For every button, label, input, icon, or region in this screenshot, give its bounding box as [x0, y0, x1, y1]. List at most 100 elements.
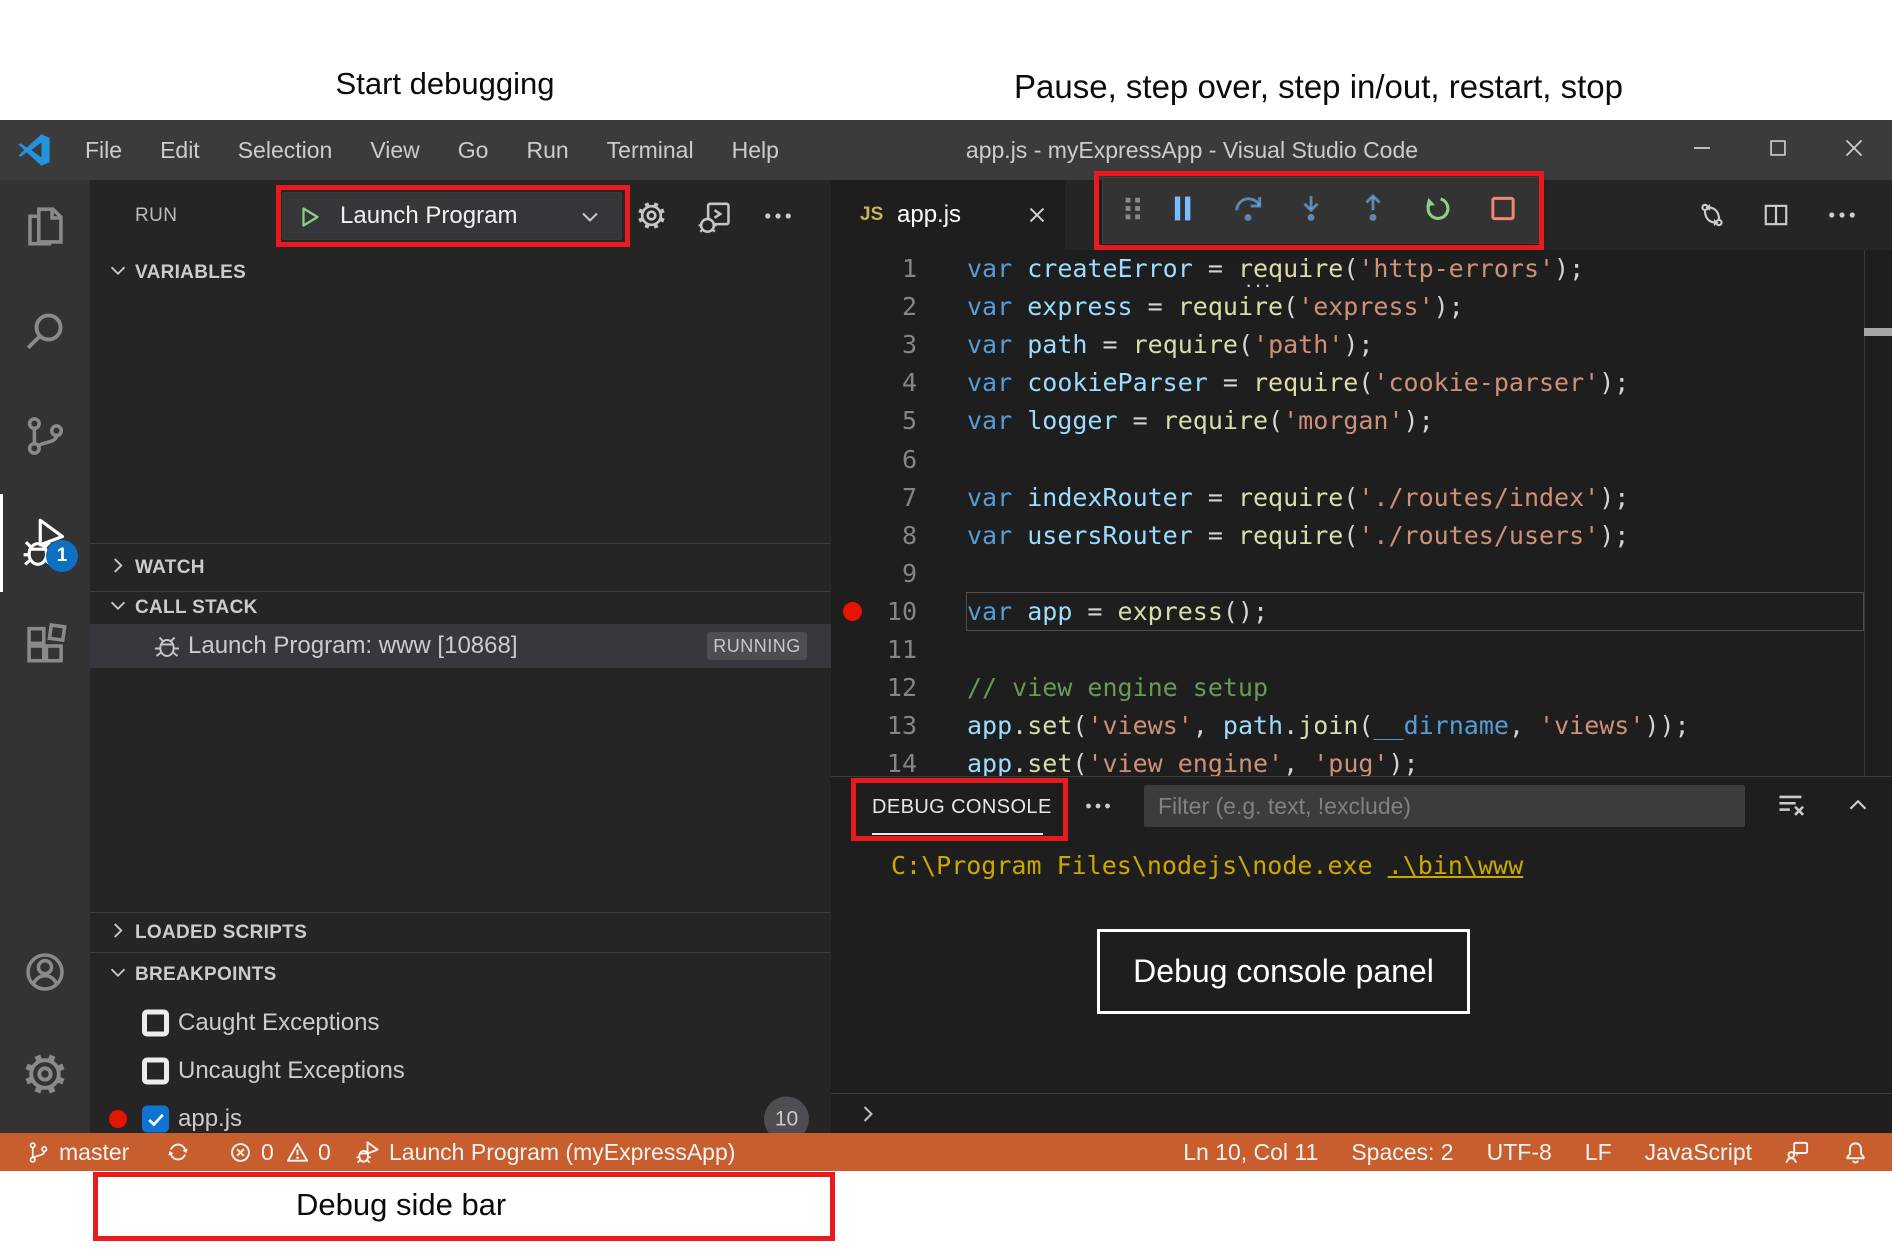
- panel-more-actions-icon[interactable]: [1085, 793, 1111, 824]
- title-bar: FileEditSelectionViewGoRunTerminalHelp a…: [0, 120, 1892, 180]
- section-variables[interactable]: VARIABLES: [90, 252, 831, 294]
- activity-account[interactable]: [0, 944, 90, 1004]
- annotation-start-debugging: Start debugging: [336, 66, 555, 102]
- status-notifications[interactable]: [1843, 1140, 1868, 1165]
- status-branch[interactable]: master: [26, 1133, 129, 1171]
- menu-help[interactable]: Help: [713, 120, 798, 180]
- breakpoint-dot[interactable]: [843, 602, 862, 621]
- status-encoding[interactable]: UTF-8: [1487, 1139, 1552, 1166]
- code-token: var: [967, 483, 1027, 512]
- code-line-3[interactable]: 3var path = require('path');: [831, 326, 1892, 364]
- debug-console-icon[interactable]: [698, 200, 731, 238]
- code-line-11[interactable]: 11: [831, 631, 1892, 669]
- code-line-5[interactable]: 5var logger = require('morgan');: [831, 402, 1892, 440]
- split-editor-icon[interactable]: [1762, 201, 1790, 234]
- section-breakpoints[interactable]: BREAKPOINTS: [90, 952, 831, 996]
- open-changes-icon[interactable]: [1698, 201, 1726, 234]
- activity-extensions[interactable]: [0, 618, 90, 678]
- code-token: =: [1193, 521, 1238, 550]
- menu-edit[interactable]: Edit: [141, 120, 219, 180]
- call-stack-session-label: Launch Program: www [10868]: [188, 624, 518, 668]
- menu-terminal[interactable]: Terminal: [588, 120, 713, 180]
- menu-run[interactable]: Run: [507, 120, 587, 180]
- editor-more-actions-icon[interactable]: [1828, 201, 1856, 234]
- activity-source-control[interactable]: [0, 408, 90, 468]
- activity-search[interactable]: [0, 303, 90, 363]
- editor-scrollbar[interactable]: [1864, 250, 1892, 776]
- annotation-rect-debug-console: [851, 778, 1068, 841]
- close-button[interactable]: [1816, 120, 1892, 180]
- status-indentation[interactable]: Spaces: 2: [1351, 1139, 1453, 1166]
- code-text: var express = require('express');: [967, 288, 1464, 326]
- code-line-14[interactable]: 14app.set('view engine', 'pug');: [831, 745, 1892, 776]
- code-line-9[interactable]: 9: [831, 555, 1892, 593]
- minimize-button[interactable]: [1664, 120, 1740, 180]
- section-watch[interactable]: WATCH: [90, 543, 831, 591]
- code-line-12[interactable]: 12// view engine setup: [831, 669, 1892, 707]
- code-token: var: [967, 597, 1027, 626]
- more-actions-icon[interactable]: [764, 202, 792, 235]
- code-token: indexRouter: [1027, 483, 1193, 512]
- console-input-separator: [831, 1093, 1892, 1094]
- activity-explorer[interactable]: [0, 198, 90, 258]
- code-line-7[interactable]: 7var indexRouter = require('./routes/ind…: [831, 479, 1892, 517]
- activity-run-and-debug[interactable]: [0, 513, 90, 573]
- collapse-panel-icon[interactable]: [1844, 791, 1872, 824]
- code-line-10[interactable]: 10var app = express();: [831, 593, 1892, 631]
- section-label: WATCH: [135, 557, 205, 579]
- activity-settings[interactable]: [0, 1046, 90, 1106]
- code-token: 'http-errors': [1358, 254, 1554, 283]
- console-prompt-icon[interactable]: [855, 1101, 881, 1132]
- status-feedback[interactable]: [1785, 1140, 1810, 1165]
- configure-gear-icon[interactable]: [636, 200, 667, 236]
- checkbox-checked[interactable]: [142, 1106, 169, 1133]
- section-loaded-scripts[interactable]: LOADED SCRIPTS: [90, 912, 831, 952]
- status-sync[interactable]: [166, 1133, 191, 1171]
- code-token: 'express': [1298, 292, 1433, 321]
- code-line-4[interactable]: 4var cookieParser = require('cookie-pars…: [831, 364, 1892, 402]
- call-stack-session-row[interactable]: Launch Program: www [10868] RUNNING: [90, 624, 831, 668]
- section-call-stack[interactable]: CALL STACK: [90, 591, 831, 624]
- code-token: 'path': [1253, 330, 1343, 359]
- code-token: var: [967, 521, 1027, 550]
- menu-view[interactable]: View: [351, 120, 438, 180]
- code-line-2[interactable]: 2 var express = require('express');: [831, 288, 1892, 326]
- tab-close-icon[interactable]: [1025, 203, 1049, 232]
- checkbox-unchecked[interactable]: [142, 1010, 169, 1037]
- code-token: set: [1027, 749, 1072, 776]
- console-filter-input[interactable]: Filter (e.g. text, !exclude): [1144, 785, 1745, 827]
- code-token: require: [1133, 330, 1238, 359]
- status-debug-session[interactable]: Launch Program (myExpressApp): [356, 1133, 735, 1171]
- code-token: __dirname: [1373, 711, 1508, 740]
- git-branch-icon: [26, 1140, 51, 1165]
- tab-appjs[interactable]: JS app.js: [831, 180, 1066, 250]
- status-errors[interactable]: 0: [228, 1133, 274, 1171]
- maximize-button[interactable]: [1740, 120, 1816, 180]
- menu-selection[interactable]: Selection: [219, 120, 352, 180]
- status-cursor-position[interactable]: Ln 10, Col 11: [1183, 1139, 1318, 1166]
- menu-file[interactable]: File: [66, 120, 141, 180]
- code-line-8[interactable]: 8var usersRouter = require('./routes/use…: [831, 517, 1892, 555]
- line-number: 2: [831, 288, 917, 326]
- status-label: Spaces: 2: [1351, 1139, 1453, 1166]
- checkbox-unchecked[interactable]: [142, 1058, 169, 1085]
- chevron-down-icon: [106, 259, 130, 288]
- code-editor[interactable]: 1var createError = require('http-errors'…: [831, 250, 1892, 776]
- code-line-6[interactable]: 6: [831, 441, 1892, 479]
- annotation-debug-actions: Pause, step over, step in/out, restart, …: [1014, 68, 1623, 106]
- menu-go[interactable]: Go: [439, 120, 508, 180]
- code-token: express: [1118, 597, 1223, 626]
- status-label: master: [59, 1139, 129, 1166]
- breakpoint-row-caught-exceptions[interactable]: Caught Exceptions: [90, 1000, 831, 1046]
- breakpoint-row-uncaught-exceptions[interactable]: Uncaught Exceptions: [90, 1048, 831, 1094]
- status-eol[interactable]: LF: [1585, 1139, 1612, 1166]
- status-language[interactable]: JavaScript: [1645, 1139, 1752, 1166]
- code-token: 'morgan': [1283, 406, 1403, 435]
- code-token: =: [1072, 597, 1117, 626]
- code-line-1[interactable]: 1var createError = require('http-errors'…: [831, 250, 1892, 288]
- activity-bar: 1: [0, 180, 90, 1133]
- clear-console-icon[interactable]: [1776, 790, 1806, 825]
- console-link[interactable]: .\bin\www: [1388, 851, 1523, 880]
- code-line-13[interactable]: 13app.set('views', path.join(__dirname, …: [831, 707, 1892, 745]
- status-warnings[interactable]: 0: [285, 1133, 331, 1171]
